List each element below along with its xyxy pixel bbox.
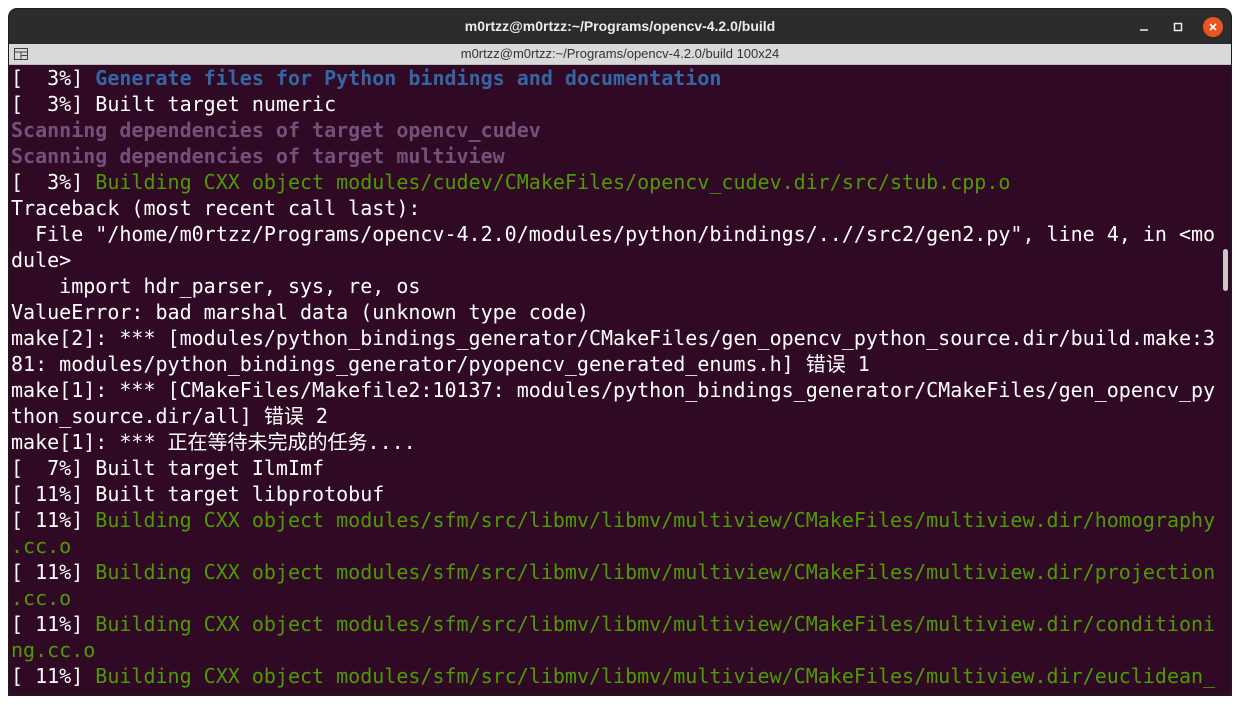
terminal-line: [ 3%] Building CXX object modules/cudev/… [11, 169, 1221, 195]
line-text: Building CXX object modules/cudev/CMakeF… [95, 170, 1011, 194]
terminal-line: [ 11%] Building CXX object modules/sfm/s… [11, 507, 1221, 533]
terminal-line: 81: modules/python_bindings_generator/py… [11, 351, 1221, 377]
line-prefix: [ 3%] [11, 66, 96, 90]
line-text: thon_source.dir/all] 错误 2 [11, 404, 328, 428]
minimize-button[interactable] [1134, 17, 1154, 37]
terminal-line: [ 11%] Built target libprotobuf [11, 481, 1221, 507]
tab-bar: m0rtzz@m0rtzz:~/Programs/opencv-4.2.0/bu… [9, 44, 1231, 65]
close-button[interactable] [1203, 17, 1223, 37]
line-text: [ 3%] Built target numeric [11, 92, 337, 116]
terminal-line: ng.cc.o [11, 637, 1221, 663]
line-text: make[1]: *** 正在等待未完成的任务.... [11, 430, 416, 454]
scrollbar[interactable] [1221, 65, 1231, 695]
line-text: [ 7%] Built target IlmImf [11, 456, 325, 480]
terminal-line: Traceback (most recent call last): [11, 195, 1221, 221]
terminal-line: import hdr_parser, sys, re, os [11, 273, 1221, 299]
terminal-line: dule> [11, 247, 1221, 273]
terminal-line: [ 11%] Building CXX object modules/sfm/s… [11, 559, 1221, 585]
terminal-line: Scanning dependencies of target opencv_c… [11, 117, 1221, 143]
terminal-line: [ 3%] Generate files for Python bindings… [11, 65, 1221, 91]
terminal-line: [ 11%] Building CXX object modules/sfm/s… [11, 663, 1221, 689]
line-text: Traceback (most recent call last): [11, 196, 421, 220]
terminal-line: [ 7%] Built target IlmImf [11, 455, 1221, 481]
line-text: Building CXX object modules/sfm/src/libm… [95, 664, 1216, 688]
terminal-window: m0rtzz@m0rtzz:~/Programs/opencv-4.2.0/bu… [9, 9, 1231, 695]
line-text: Building CXX object modules/sfm/src/libm… [95, 612, 1216, 636]
terminal-line: thon_source.dir/all] 错误 2 [11, 403, 1221, 429]
terminal-line: make[1]: *** 正在等待未完成的任务.... [11, 429, 1221, 455]
line-prefix: [ 3%] [11, 170, 96, 194]
scrollbar-thumb[interactable] [1223, 249, 1228, 291]
line-prefix: [ 11%] [11, 612, 96, 636]
maximize-icon [1173, 22, 1183, 32]
line-text: dule> [11, 248, 72, 272]
line-text: .cc.o [11, 534, 72, 558]
line-text: Generate files for Python bindings and d… [95, 66, 722, 90]
line-text: Building CXX object modules/sfm/src/libm… [95, 560, 1216, 584]
line-text: [ 11%] Built target libprotobuf [11, 482, 385, 506]
terminal-line: [ 11%] Building CXX object modules/sfm/s… [11, 611, 1221, 637]
terminal-line: make[1]: *** [CMakeFiles/Makefile2:10137… [11, 377, 1221, 403]
line-text: File "/home/m0rtzz/Programs/opencv-4.2.0… [11, 222, 1216, 246]
line-text: make[2]: *** [modules/python_bindings_ge… [11, 326, 1216, 350]
line-prefix: [ 11%] [11, 664, 96, 688]
minimize-icon [1140, 29, 1148, 31]
terminal-line: make[2]: *** [modules/python_bindings_ge… [11, 325, 1221, 351]
line-text: Building CXX object modules/sfm/src/libm… [95, 508, 1216, 532]
line-text: .cc.o [11, 586, 72, 610]
tab-title[interactable]: m0rtzz@m0rtzz:~/Programs/opencv-4.2.0/bu… [9, 44, 1231, 64]
terminal-line: File "/home/m0rtzz/Programs/opencv-4.2.0… [11, 221, 1221, 247]
terminal-line: [ 3%] Built target numeric [11, 91, 1221, 117]
line-text: 81: modules/python_bindings_generator/py… [11, 352, 870, 376]
terminal-line: .cc.o [11, 585, 1221, 611]
line-prefix: [ 11%] [11, 560, 96, 584]
line-text: ng.cc.o [11, 638, 96, 662]
title-bar[interactable]: m0rtzz@m0rtzz:~/Programs/opencv-4.2.0/bu… [9, 9, 1231, 44]
terminal-output[interactable]: [ 3%] Generate files for Python bindings… [9, 65, 1221, 695]
line-text: make[1]: *** [CMakeFiles/Makefile2:10137… [11, 378, 1216, 402]
maximize-button[interactable] [1168, 17, 1188, 37]
terminal-line: ValueError: bad marshal data (unknown ty… [11, 299, 1221, 325]
window-title: m0rtzz@m0rtzz:~/Programs/opencv-4.2.0/bu… [464, 18, 776, 34]
line-text: ValueError: bad marshal data (unknown ty… [11, 300, 589, 324]
line-text: import hdr_parser, sys, re, os [11, 274, 421, 298]
line-text: Scanning dependencies of target multivie… [11, 144, 505, 168]
line-prefix: [ 11%] [11, 508, 96, 532]
terminal-line: Scanning dependencies of target multivie… [11, 143, 1221, 169]
close-icon [1209, 23, 1217, 31]
terminal-lines: [ 3%] Generate files for Python bindings… [9, 65, 1221, 689]
terminal-line: .cc.o [11, 533, 1221, 559]
line-text: Scanning dependencies of target opencv_c… [11, 118, 541, 142]
